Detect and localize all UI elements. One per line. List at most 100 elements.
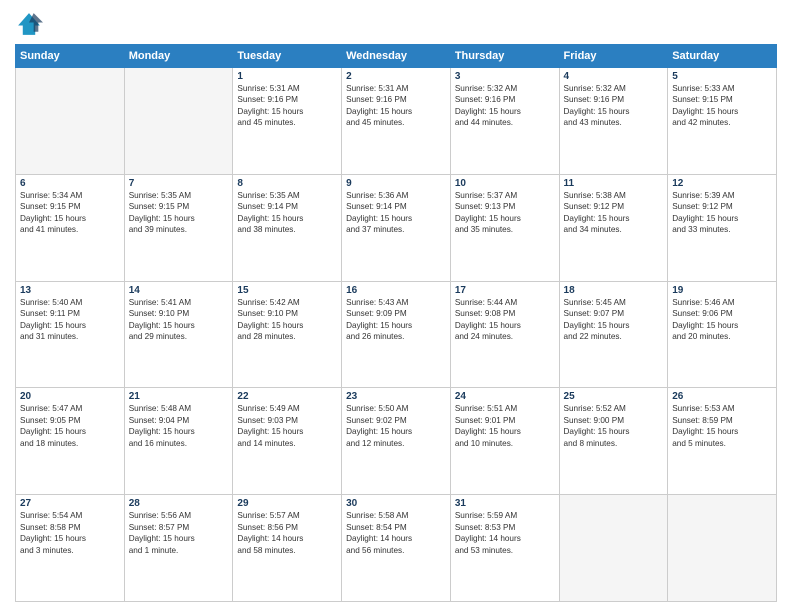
calendar-cell: 24Sunrise: 5:51 AM Sunset: 9:01 PM Dayli… — [450, 388, 559, 495]
calendar-cell: 5Sunrise: 5:33 AM Sunset: 9:15 PM Daylig… — [668, 68, 777, 175]
calendar-cell: 12Sunrise: 5:39 AM Sunset: 9:12 PM Dayli… — [668, 174, 777, 281]
day-number: 8 — [237, 178, 337, 189]
calendar-cell: 28Sunrise: 5:56 AM Sunset: 8:57 PM Dayli… — [124, 495, 233, 602]
day-number: 23 — [346, 391, 446, 402]
calendar-cell: 25Sunrise: 5:52 AM Sunset: 9:00 PM Dayli… — [559, 388, 668, 495]
day-info: Sunrise: 5:54 AM Sunset: 8:58 PM Dayligh… — [20, 510, 120, 556]
day-number: 11 — [564, 178, 664, 189]
day-info: Sunrise: 5:59 AM Sunset: 8:53 PM Dayligh… — [455, 510, 555, 556]
day-info: Sunrise: 5:46 AM Sunset: 9:06 PM Dayligh… — [672, 297, 772, 343]
day-info: Sunrise: 5:45 AM Sunset: 9:07 PM Dayligh… — [564, 297, 664, 343]
day-info: Sunrise: 5:34 AM Sunset: 9:15 PM Dayligh… — [20, 190, 120, 236]
day-info: Sunrise: 5:48 AM Sunset: 9:04 PM Dayligh… — [129, 403, 229, 449]
week-row-5: 27Sunrise: 5:54 AM Sunset: 8:58 PM Dayli… — [16, 495, 777, 602]
calendar-cell — [16, 68, 125, 175]
day-info: Sunrise: 5:42 AM Sunset: 9:10 PM Dayligh… — [237, 297, 337, 343]
calendar-cell: 21Sunrise: 5:48 AM Sunset: 9:04 PM Dayli… — [124, 388, 233, 495]
calendar-cell: 11Sunrise: 5:38 AM Sunset: 9:12 PM Dayli… — [559, 174, 668, 281]
week-row-2: 6Sunrise: 5:34 AM Sunset: 9:15 PM Daylig… — [16, 174, 777, 281]
calendar-cell: 27Sunrise: 5:54 AM Sunset: 8:58 PM Dayli… — [16, 495, 125, 602]
day-number: 27 — [20, 498, 120, 509]
day-number: 9 — [346, 178, 446, 189]
day-info: Sunrise: 5:50 AM Sunset: 9:02 PM Dayligh… — [346, 403, 446, 449]
weekday-header-saturday: Saturday — [668, 45, 777, 68]
day-number: 4 — [564, 71, 664, 82]
calendar-cell: 1Sunrise: 5:31 AM Sunset: 9:16 PM Daylig… — [233, 68, 342, 175]
calendar-cell: 19Sunrise: 5:46 AM Sunset: 9:06 PM Dayli… — [668, 281, 777, 388]
calendar-cell: 20Sunrise: 5:47 AM Sunset: 9:05 PM Dayli… — [16, 388, 125, 495]
day-info: Sunrise: 5:38 AM Sunset: 9:12 PM Dayligh… — [564, 190, 664, 236]
day-number: 19 — [672, 285, 772, 296]
day-info: Sunrise: 5:44 AM Sunset: 9:08 PM Dayligh… — [455, 297, 555, 343]
day-info: Sunrise: 5:32 AM Sunset: 9:16 PM Dayligh… — [564, 83, 664, 129]
calendar-cell: 31Sunrise: 5:59 AM Sunset: 8:53 PM Dayli… — [450, 495, 559, 602]
day-info: Sunrise: 5:41 AM Sunset: 9:10 PM Dayligh… — [129, 297, 229, 343]
day-number: 7 — [129, 178, 229, 189]
calendar-cell: 18Sunrise: 5:45 AM Sunset: 9:07 PM Dayli… — [559, 281, 668, 388]
day-number: 5 — [672, 71, 772, 82]
calendar-cell: 26Sunrise: 5:53 AM Sunset: 8:59 PM Dayli… — [668, 388, 777, 495]
day-info: Sunrise: 5:49 AM Sunset: 9:03 PM Dayligh… — [237, 403, 337, 449]
weekday-header-friday: Friday — [559, 45, 668, 68]
calendar-cell: 17Sunrise: 5:44 AM Sunset: 9:08 PM Dayli… — [450, 281, 559, 388]
calendar-cell: 14Sunrise: 5:41 AM Sunset: 9:10 PM Dayli… — [124, 281, 233, 388]
day-info: Sunrise: 5:31 AM Sunset: 9:16 PM Dayligh… — [346, 83, 446, 129]
day-info: Sunrise: 5:57 AM Sunset: 8:56 PM Dayligh… — [237, 510, 337, 556]
weekday-header-thursday: Thursday — [450, 45, 559, 68]
day-number: 6 — [20, 178, 120, 189]
day-number: 24 — [455, 391, 555, 402]
weekday-header-row: SundayMondayTuesdayWednesdayThursdayFrid… — [16, 45, 777, 68]
day-number: 22 — [237, 391, 337, 402]
week-row-4: 20Sunrise: 5:47 AM Sunset: 9:05 PM Dayli… — [16, 388, 777, 495]
calendar-cell — [559, 495, 668, 602]
day-number: 15 — [237, 285, 337, 296]
day-info: Sunrise: 5:35 AM Sunset: 9:14 PM Dayligh… — [237, 190, 337, 236]
calendar-cell — [668, 495, 777, 602]
week-row-1: 1Sunrise: 5:31 AM Sunset: 9:16 PM Daylig… — [16, 68, 777, 175]
day-number: 17 — [455, 285, 555, 296]
day-info: Sunrise: 5:53 AM Sunset: 8:59 PM Dayligh… — [672, 403, 772, 449]
logo-icon — [15, 10, 43, 38]
calendar-cell: 6Sunrise: 5:34 AM Sunset: 9:15 PM Daylig… — [16, 174, 125, 281]
calendar-cell: 29Sunrise: 5:57 AM Sunset: 8:56 PM Dayli… — [233, 495, 342, 602]
day-number: 1 — [237, 71, 337, 82]
day-info: Sunrise: 5:32 AM Sunset: 9:16 PM Dayligh… — [455, 83, 555, 129]
day-info: Sunrise: 5:37 AM Sunset: 9:13 PM Dayligh… — [455, 190, 555, 236]
day-info: Sunrise: 5:43 AM Sunset: 9:09 PM Dayligh… — [346, 297, 446, 343]
day-info: Sunrise: 5:56 AM Sunset: 8:57 PM Dayligh… — [129, 510, 229, 556]
day-info: Sunrise: 5:51 AM Sunset: 9:01 PM Dayligh… — [455, 403, 555, 449]
day-info: Sunrise: 5:35 AM Sunset: 9:15 PM Dayligh… — [129, 190, 229, 236]
calendar-cell: 13Sunrise: 5:40 AM Sunset: 9:11 PM Dayli… — [16, 281, 125, 388]
day-number: 25 — [564, 391, 664, 402]
day-number: 28 — [129, 498, 229, 509]
calendar-cell: 2Sunrise: 5:31 AM Sunset: 9:16 PM Daylig… — [342, 68, 451, 175]
day-info: Sunrise: 5:47 AM Sunset: 9:05 PM Dayligh… — [20, 403, 120, 449]
page: SundayMondayTuesdayWednesdayThursdayFrid… — [0, 0, 792, 612]
day-number: 16 — [346, 285, 446, 296]
calendar-cell: 15Sunrise: 5:42 AM Sunset: 9:10 PM Dayli… — [233, 281, 342, 388]
weekday-header-sunday: Sunday — [16, 45, 125, 68]
calendar-cell: 30Sunrise: 5:58 AM Sunset: 8:54 PM Dayli… — [342, 495, 451, 602]
calendar: SundayMondayTuesdayWednesdayThursdayFrid… — [15, 44, 777, 602]
day-info: Sunrise: 5:31 AM Sunset: 9:16 PM Dayligh… — [237, 83, 337, 129]
calendar-cell: 22Sunrise: 5:49 AM Sunset: 9:03 PM Dayli… — [233, 388, 342, 495]
day-info: Sunrise: 5:58 AM Sunset: 8:54 PM Dayligh… — [346, 510, 446, 556]
header — [15, 10, 777, 38]
day-number: 29 — [237, 498, 337, 509]
weekday-header-tuesday: Tuesday — [233, 45, 342, 68]
day-info: Sunrise: 5:33 AM Sunset: 9:15 PM Dayligh… — [672, 83, 772, 129]
day-number: 18 — [564, 285, 664, 296]
day-number: 20 — [20, 391, 120, 402]
calendar-cell: 9Sunrise: 5:36 AM Sunset: 9:14 PM Daylig… — [342, 174, 451, 281]
calendar-cell: 4Sunrise: 5:32 AM Sunset: 9:16 PM Daylig… — [559, 68, 668, 175]
day-info: Sunrise: 5:36 AM Sunset: 9:14 PM Dayligh… — [346, 190, 446, 236]
day-number: 3 — [455, 71, 555, 82]
day-number: 2 — [346, 71, 446, 82]
day-number: 21 — [129, 391, 229, 402]
calendar-cell: 3Sunrise: 5:32 AM Sunset: 9:16 PM Daylig… — [450, 68, 559, 175]
logo — [15, 10, 47, 38]
calendar-cell: 23Sunrise: 5:50 AM Sunset: 9:02 PM Dayli… — [342, 388, 451, 495]
calendar-cell: 10Sunrise: 5:37 AM Sunset: 9:13 PM Dayli… — [450, 174, 559, 281]
weekday-header-monday: Monday — [124, 45, 233, 68]
calendar-cell — [124, 68, 233, 175]
